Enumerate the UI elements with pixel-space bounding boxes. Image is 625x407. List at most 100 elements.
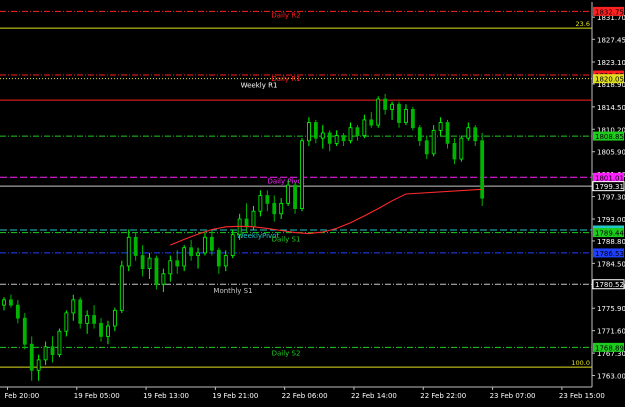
y-tick-label: 1784.50 — [597, 260, 625, 268]
candle-body — [445, 122, 450, 144]
candle-body — [355, 127, 360, 136]
candle-body — [106, 325, 110, 337]
candle-body — [182, 247, 187, 267]
candle-body — [50, 346, 55, 356]
candle-body — [293, 184, 297, 209]
candle-body — [126, 236, 131, 267]
candle-body — [244, 218, 249, 228]
moving-average-line — [170, 188, 483, 246]
y-tick-label: 1788.80 — [597, 238, 625, 246]
candle-body — [279, 202, 284, 215]
candle-body — [140, 255, 145, 269]
y-tick-label: 1814.50 — [597, 104, 625, 112]
y-tick-label: 1775.90 — [597, 305, 625, 313]
candle-body — [251, 210, 256, 228]
candle-body — [43, 346, 48, 361]
candle-body — [327, 132, 332, 144]
price-tag-label: 1768.89 — [595, 344, 624, 352]
candle-body — [258, 195, 263, 212]
candle-body — [22, 317, 27, 345]
candle-body — [341, 135, 346, 142]
candle-body — [175, 260, 180, 267]
candle-body — [466, 127, 471, 139]
x-tick-label: 22 Feb 06:00 — [282, 392, 328, 400]
x-tick-label: 19 Feb 13:00 — [143, 392, 189, 400]
candle-body — [383, 98, 388, 110]
candle-body — [209, 236, 214, 251]
x-tick-label: 22 Feb 14:00 — [351, 392, 397, 400]
candle-body — [196, 252, 200, 256]
candle-body — [473, 127, 478, 142]
candle-body — [334, 135, 339, 144]
candlestick-chart: 1831.70 1827.45 1823.10 1818.90 1814.50 1810.… — [0, 0, 625, 403]
x-tick-label: 22 Feb 22:00 — [420, 392, 466, 400]
candle-body — [300, 140, 304, 209]
y-tick-label: 1797.30 — [597, 194, 625, 202]
candle-body — [307, 122, 311, 142]
price-tag-label: 1801.01 — [595, 174, 624, 182]
level-label: Weekly R1 — [241, 82, 278, 90]
candle-body — [189, 247, 194, 256]
candle-body — [2, 299, 6, 306]
level-label: Daily S1 — [272, 236, 301, 244]
candle-body — [216, 249, 221, 267]
candle-body — [85, 315, 90, 324]
y-tick-label: 1827.45 — [597, 36, 625, 44]
price-tag-label: 1789.44 — [595, 230, 624, 238]
candle-body — [9, 299, 13, 306]
y-tick-label: 1763.00 — [597, 373, 625, 381]
price-tag-label: 1780.52 — [595, 281, 624, 289]
fib-level-label: 23.6 — [576, 20, 590, 28]
candle-body — [64, 312, 69, 332]
candle-body — [168, 260, 173, 275]
candle-body — [272, 202, 277, 215]
candle-body — [15, 304, 20, 319]
x-tick-label: 19 Feb 05:00 — [74, 392, 120, 400]
candle-body — [203, 236, 207, 254]
candle-body — [36, 359, 41, 371]
candle-body — [57, 330, 62, 356]
candle-body — [29, 343, 34, 371]
x-tick-label: Feb 20:00 — [4, 392, 39, 400]
candle-body — [230, 234, 235, 256]
candle-body — [147, 257, 152, 269]
y-tick-label: 1805.90 — [597, 149, 625, 157]
candle-body — [397, 103, 401, 123]
candle-body — [410, 109, 415, 129]
candle-body — [154, 257, 159, 285]
candle-body — [133, 236, 138, 256]
candle-body — [348, 127, 353, 142]
candle-body — [431, 129, 436, 155]
candle-body — [424, 140, 429, 155]
fib-level-label: 100.0 — [571, 359, 590, 367]
y-tick-label: 1823.10 — [597, 59, 625, 67]
candle-body — [112, 309, 117, 327]
candle-body — [119, 265, 124, 311]
candle-body — [362, 119, 367, 136]
candle-body — [438, 122, 443, 131]
candle-body — [92, 315, 96, 324]
y-tick-label: 1793.00 — [597, 216, 625, 224]
candle-body — [369, 119, 374, 126]
price-tag-label: 1799.31 — [595, 183, 624, 191]
candle-body — [404, 109, 408, 123]
candle-body — [286, 184, 291, 204]
price-tag-label: 1820.05 — [595, 76, 624, 84]
candle-body — [161, 273, 166, 285]
candle-body — [417, 127, 422, 142]
level-label: Monthly S1 — [213, 287, 252, 295]
candle-body — [313, 122, 318, 139]
level-label: Daily S2 — [272, 349, 301, 357]
x-tick-label: 19 Feb 21:00 — [212, 392, 258, 400]
candle-body — [265, 195, 270, 204]
y-tick-label: 1771.60 — [597, 328, 625, 336]
candle-body — [78, 299, 83, 324]
x-tick-label: 23 Feb 07:00 — [490, 392, 536, 400]
candle-body — [223, 255, 228, 267]
price-tag-label: 1808.85 — [595, 133, 624, 141]
candle-body — [71, 299, 76, 314]
level-label: Daily Pivot — [267, 177, 304, 185]
price-tag-label: 1786.53 — [595, 250, 624, 258]
chart-svg: 1831.701827.451823.101818.901814.501810.… — [0, 2, 625, 400]
level-label: Daily R2 — [271, 11, 300, 19]
